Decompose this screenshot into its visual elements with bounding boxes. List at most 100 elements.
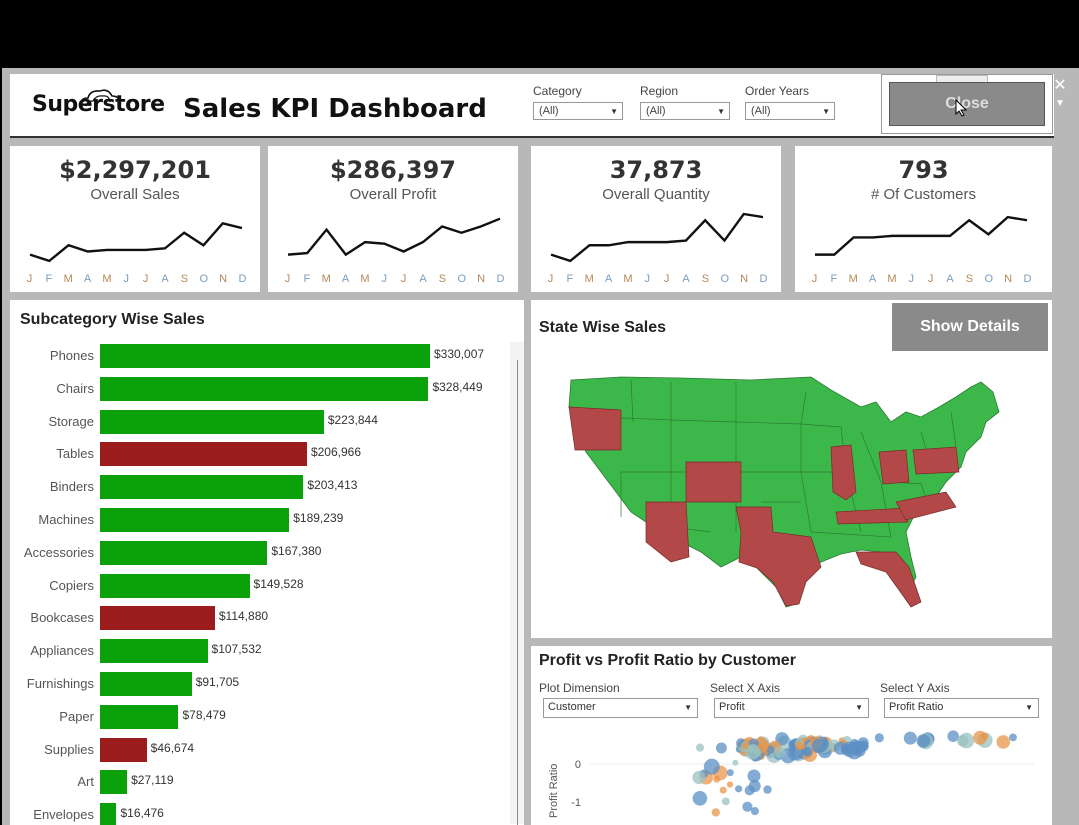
scatter-point[interactable] (742, 801, 753, 812)
month-tick: O (984, 273, 994, 285)
bar[interactable] (100, 737, 147, 762)
scatter-point[interactable] (695, 743, 705, 752)
chevron-down-icon: ▼ (717, 107, 725, 116)
month-tick: D (1023, 273, 1032, 285)
bar-row-binders[interactable]: Binders $203,413 (10, 475, 510, 500)
scatter-point[interactable] (719, 786, 727, 794)
chevron-down-icon: ▼ (822, 107, 830, 116)
month-tick: N (1004, 273, 1013, 285)
chevron-down-icon: ▼ (855, 703, 863, 712)
bar-row-phones[interactable]: Phones $330,007 (10, 344, 510, 368)
month-tick: M (887, 273, 897, 285)
scatter-point[interactable] (692, 770, 706, 785)
close-icon[interactable]: ✕ (1050, 76, 1070, 96)
scatter-point[interactable] (715, 742, 727, 754)
scatter-point[interactable] (726, 769, 734, 777)
bar[interactable] (100, 803, 117, 825)
kpi-label: Overall Profit (349, 186, 437, 203)
bar-label: Envelopes (33, 807, 94, 823)
bar-label: Binders (49, 479, 94, 495)
scatter-point[interactable] (874, 733, 884, 743)
show-details-button[interactable]: Show Details (892, 303, 1048, 351)
scatter-point[interactable] (916, 734, 931, 748)
kpi-sparkline (550, 212, 764, 263)
scatter-point[interactable] (721, 797, 730, 806)
bar-row-supplies[interactable]: Supplies $46,674 (10, 737, 510, 762)
bar[interactable] (100, 344, 430, 368)
bar-row-accessories[interactable]: Accessories $167,380 (10, 540, 510, 565)
bar-row-paper[interactable]: Paper $78,479 (10, 704, 510, 729)
scatter-point[interactable] (973, 730, 988, 745)
scatter-point[interactable] (713, 775, 721, 783)
bar[interactable] (100, 606, 215, 631)
bar-row-chairs[interactable]: Chairs $328,449 (10, 376, 510, 401)
bar-row-copiers[interactable]: Copiers $149,528 (10, 573, 510, 598)
bar[interactable] (100, 540, 268, 565)
bar-row-art[interactable]: Art $27,119 (10, 770, 510, 795)
month-tick: A (161, 273, 169, 285)
bar-label: Supplies (44, 741, 94, 757)
scatter-point[interactable] (774, 747, 786, 759)
bar[interactable] (100, 573, 250, 598)
scatter-point[interactable] (763, 785, 772, 794)
y-axis-select[interactable]: Profit Ratio ▼ (884, 698, 1039, 718)
bar[interactable] (100, 442, 307, 467)
sparkline-path (29, 222, 243, 263)
scatter-point[interactable] (788, 740, 795, 747)
scatter-point[interactable] (833, 741, 847, 755)
scatter-point[interactable] (711, 808, 720, 817)
bar[interactable] (100, 508, 290, 532)
order-years-select[interactable]: (All) ▼ (745, 102, 835, 120)
month-tick: J (26, 273, 33, 285)
scatter-point[interactable] (957, 735, 969, 747)
bar[interactable] (100, 409, 324, 434)
bar-value-label: $149,528 (253, 576, 304, 591)
x-axis-select[interactable]: Profit ▼ (714, 698, 869, 718)
bar-row-appliances[interactable]: Appliances $107,532 (10, 639, 510, 664)
bar-row-storage[interactable]: Storage $223,844 (10, 409, 510, 434)
close-button[interactable]: Close (889, 82, 1045, 126)
bar[interactable] (100, 770, 128, 795)
scatter-point[interactable] (996, 735, 1011, 749)
scatter-point[interactable] (726, 781, 734, 788)
scatter-point[interactable] (903, 731, 917, 745)
state-pennsylvania (912, 446, 960, 475)
month-tick: M (102, 273, 112, 285)
bar-label: Accessories (23, 544, 94, 560)
region-select[interactable]: (All) ▼ (640, 102, 730, 120)
bar[interactable] (100, 704, 179, 729)
month-tick: F (830, 273, 838, 285)
scatter-point[interactable] (811, 738, 827, 754)
scatter-point[interactable] (744, 785, 755, 796)
bar-row-tables[interactable]: Tables $206,966 (10, 442, 510, 467)
plot-dimension-select[interactable]: Customer ▼ (543, 698, 698, 718)
bar[interactable] (100, 639, 208, 664)
scatter-point[interactable] (741, 743, 748, 750)
kpi-card-sales: $2,297,201 Overall Sales JFMAMJJASOND (10, 146, 260, 292)
scatter-point[interactable] (795, 741, 804, 751)
scatter-point[interactable] (732, 759, 739, 766)
bar[interactable] (100, 672, 192, 696)
bar-row-machines[interactable]: Machines $189,239 (10, 508, 510, 532)
scatter-point[interactable] (754, 748, 762, 757)
us-state-map[interactable] (561, 372, 1031, 617)
scatter-point[interactable] (1009, 733, 1017, 742)
kpi-label: Overall Sales (90, 186, 180, 203)
profit-scatter-plot[interactable]: 0 -1 Profit Ratio (539, 726, 1039, 821)
category-filter: Category (All) ▼ (533, 84, 623, 120)
bar-row-bookcases[interactable]: Bookcases $114,880 (10, 606, 510, 631)
bar-row-furnishings[interactable]: Furnishings $91,705 (10, 672, 510, 696)
bar[interactable] (100, 475, 304, 500)
scatter-point[interactable] (692, 791, 708, 806)
month-tick: J (908, 273, 915, 285)
scatter-point[interactable] (802, 746, 813, 757)
category-select[interactable]: (All) ▼ (533, 102, 623, 120)
scatter-point[interactable] (848, 741, 862, 755)
scatter-point[interactable] (735, 785, 743, 793)
scrollbar-thumb[interactable] (517, 360, 518, 825)
menu-arrow-icon[interactable]: ▼ (1050, 98, 1070, 118)
bar-row-envelopes[interactable]: Envelopes $16,476 (10, 803, 510, 825)
bar[interactable] (100, 376, 429, 401)
scatter-point[interactable] (703, 758, 720, 775)
month-tick: M (848, 273, 858, 285)
